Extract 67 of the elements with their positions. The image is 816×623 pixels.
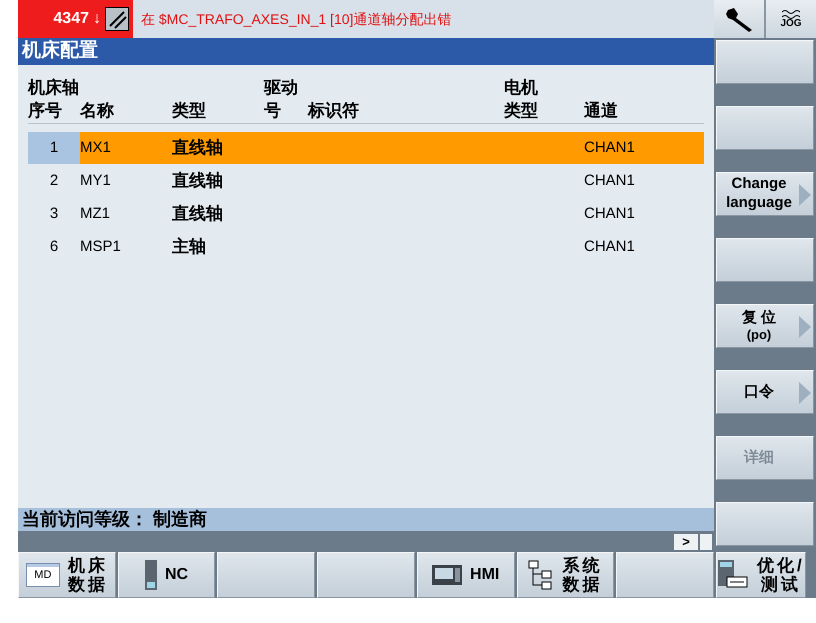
column-header: 号 (264, 100, 282, 122)
table-cell-text: 3 (48, 204, 60, 224)
softkey-label: 机床 (68, 556, 108, 575)
softkey[interactable]: 口令 (716, 370, 814, 414)
softkey[interactable]: HMI (416, 552, 515, 598)
column-group-header: 机床轴 (28, 77, 80, 98)
table-cell-text: 2 (48, 170, 60, 191)
softkey[interactable]: NC (118, 552, 216, 598)
softkey-label: 数据 (68, 575, 108, 594)
table-cell-text: 直线轴 (172, 137, 224, 160)
arrow-icon (799, 382, 811, 404)
softkey-label: 数据 (562, 575, 602, 594)
softkey[interactable] (716, 238, 814, 282)
alarm-message: 在 $MC_TRAFO_AXES_IN_1 [10]通道轴分配出错 (141, 10, 452, 29)
table-row[interactable]: 3 MZ1 直线轴 CHAN1 (28, 198, 704, 230)
softkey[interactable] (217, 552, 316, 598)
softkey[interactable] (317, 552, 415, 598)
device-icon (145, 560, 157, 590)
monitor-icon (432, 565, 462, 585)
softkey-label: 系统 (562, 556, 602, 575)
table-cell-text: MY1 (80, 170, 112, 191)
wrench-icon (724, 6, 754, 32)
table-cell-text: 直线轴 (172, 203, 224, 226)
column-header: 类型 (504, 100, 539, 122)
column-header: 标识符 (308, 100, 360, 122)
table-row[interactable]: 6 MSP1 主轴 CHAN1 (28, 231, 704, 263)
window-title: 机床配置 (18, 38, 714, 65)
softkey[interactable]: 优化/ 测试 (716, 552, 806, 598)
table-cell-text: CHAN1 (584, 204, 636, 224)
column-group-header: 电机 (504, 77, 538, 98)
table-cell-text: MZ1 (80, 204, 111, 224)
jog-button[interactable]: JOG (766, 0, 816, 38)
table-cell: 1 (28, 132, 80, 164)
arrow-icon: ↓ (93, 7, 101, 31)
column-header: 名称 (80, 100, 115, 122)
table-cell-text: CHAN1 (584, 138, 636, 158)
column-header: 通道 (584, 100, 619, 122)
softkey[interactable] (616, 552, 714, 598)
table-cell-text: 主轴 (172, 236, 207, 258)
document-icon: MD (26, 563, 60, 587)
table-cell-text: MSP1 (80, 236, 122, 257)
wave-icon (782, 9, 800, 19)
column-header: 类型 (172, 100, 207, 122)
scroll-indicator (700, 534, 712, 550)
arrow-icon (799, 184, 811, 206)
table-cell-text: CHAN1 (584, 170, 636, 191)
scroll-button[interactable]: > (674, 534, 698, 550)
arrow-icon (799, 316, 811, 338)
table-cell-text: 直线轴 (172, 170, 224, 192)
tree-icon (528, 560, 554, 590)
wrench-button[interactable] (714, 0, 764, 38)
table-cell-text: 6 (48, 236, 60, 257)
softkey[interactable] (716, 502, 814, 546)
softkey[interactable] (716, 106, 814, 150)
column-group-header: 驱动 (264, 77, 299, 98)
table-cell-text: CHAN1 (584, 236, 636, 257)
softkey[interactable]: Change language (716, 172, 814, 216)
table-cell-text: MX1 (80, 138, 112, 158)
alarm-number: 4347 (53, 9, 89, 29)
softkey[interactable]: 系统 数据 (516, 552, 614, 598)
cancel-icon (105, 7, 129, 31)
softkey[interactable]: 复 位 (po) (716, 304, 814, 348)
softkey-label: 优化/ (757, 556, 805, 575)
table-row[interactable]: 1 MX1 直线轴 CHAN1 (28, 132, 704, 164)
softkey-label: 测试 (760, 575, 802, 594)
table-row[interactable]: 2 MY1 直线轴 CHAN1 (28, 165, 704, 197)
column-header: 序号 (28, 100, 63, 122)
